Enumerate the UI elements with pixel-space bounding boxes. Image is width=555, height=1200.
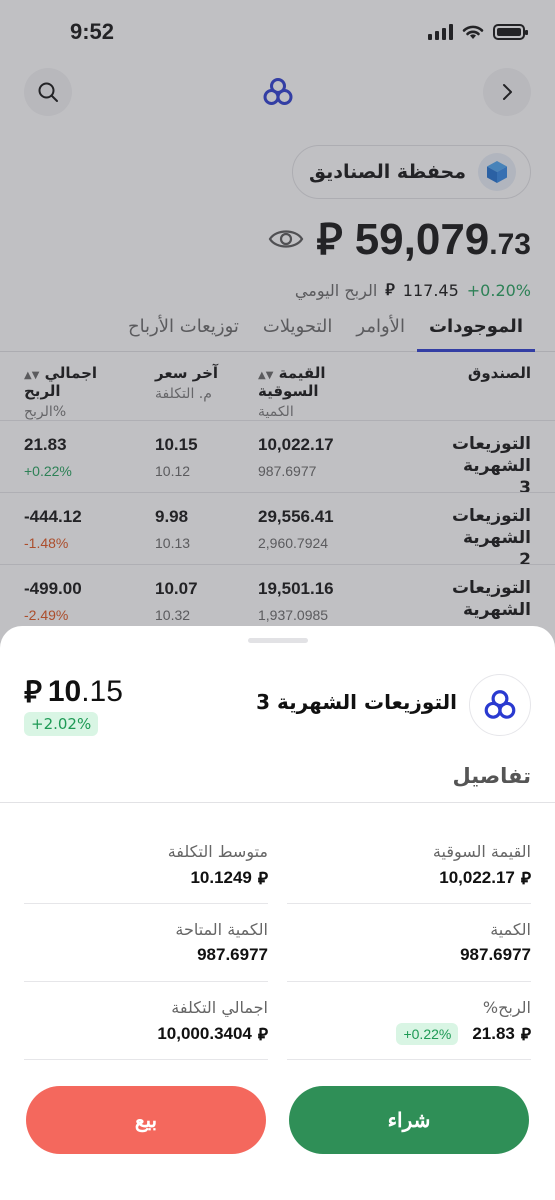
- riyal-icon: ⃁: [520, 869, 531, 888]
- detail-avg-cost: متوسط التكلفة 10.1249 ⃁: [24, 826, 268, 904]
- buy-button[interactable]: شراء: [289, 1086, 529, 1154]
- divider: [0, 802, 555, 803]
- detail-profit: %الربح +0.22% 21.83 ⃁: [287, 982, 531, 1060]
- sell-button[interactable]: بيع: [26, 1086, 266, 1154]
- brand-logo-icon: [484, 690, 516, 719]
- riyal-icon: ⃁: [520, 1025, 531, 1044]
- riyal-icon: ⃁: [257, 1025, 268, 1044]
- details-title: تفاصيل: [452, 764, 532, 788]
- riyal-icon: ⃁: [257, 869, 268, 888]
- detail-available-qty: الكمية المتاحة 987.6977: [24, 904, 268, 982]
- fund-logo: [469, 674, 531, 736]
- fund-details-sheet: التوزيعات الشهرية 3 ⃁ 10.15 +2.02% تفاصي…: [0, 626, 555, 1200]
- riyal-icon: ⃁: [24, 676, 42, 709]
- detail-total-cost: اجمالي التكلفة 10,000.3404 ⃁: [24, 982, 268, 1060]
- sheet-fund-name: التوزيعات الشهرية 3: [256, 690, 457, 714]
- detail-market-value: القيمة السوقية 10,022.17 ⃁: [287, 826, 531, 904]
- price-change-badge: +2.02%: [24, 712, 99, 736]
- sheet-price: ⃁ 10.15: [24, 672, 123, 711]
- sheet-drag-handle[interactable]: [248, 638, 308, 643]
- profit-pct-badge: +0.22%: [396, 1023, 459, 1045]
- price-integer: 10: [47, 674, 82, 708]
- price-decimal: .15: [81, 674, 123, 708]
- detail-quantity: الكمية 987.6977: [287, 904, 531, 982]
